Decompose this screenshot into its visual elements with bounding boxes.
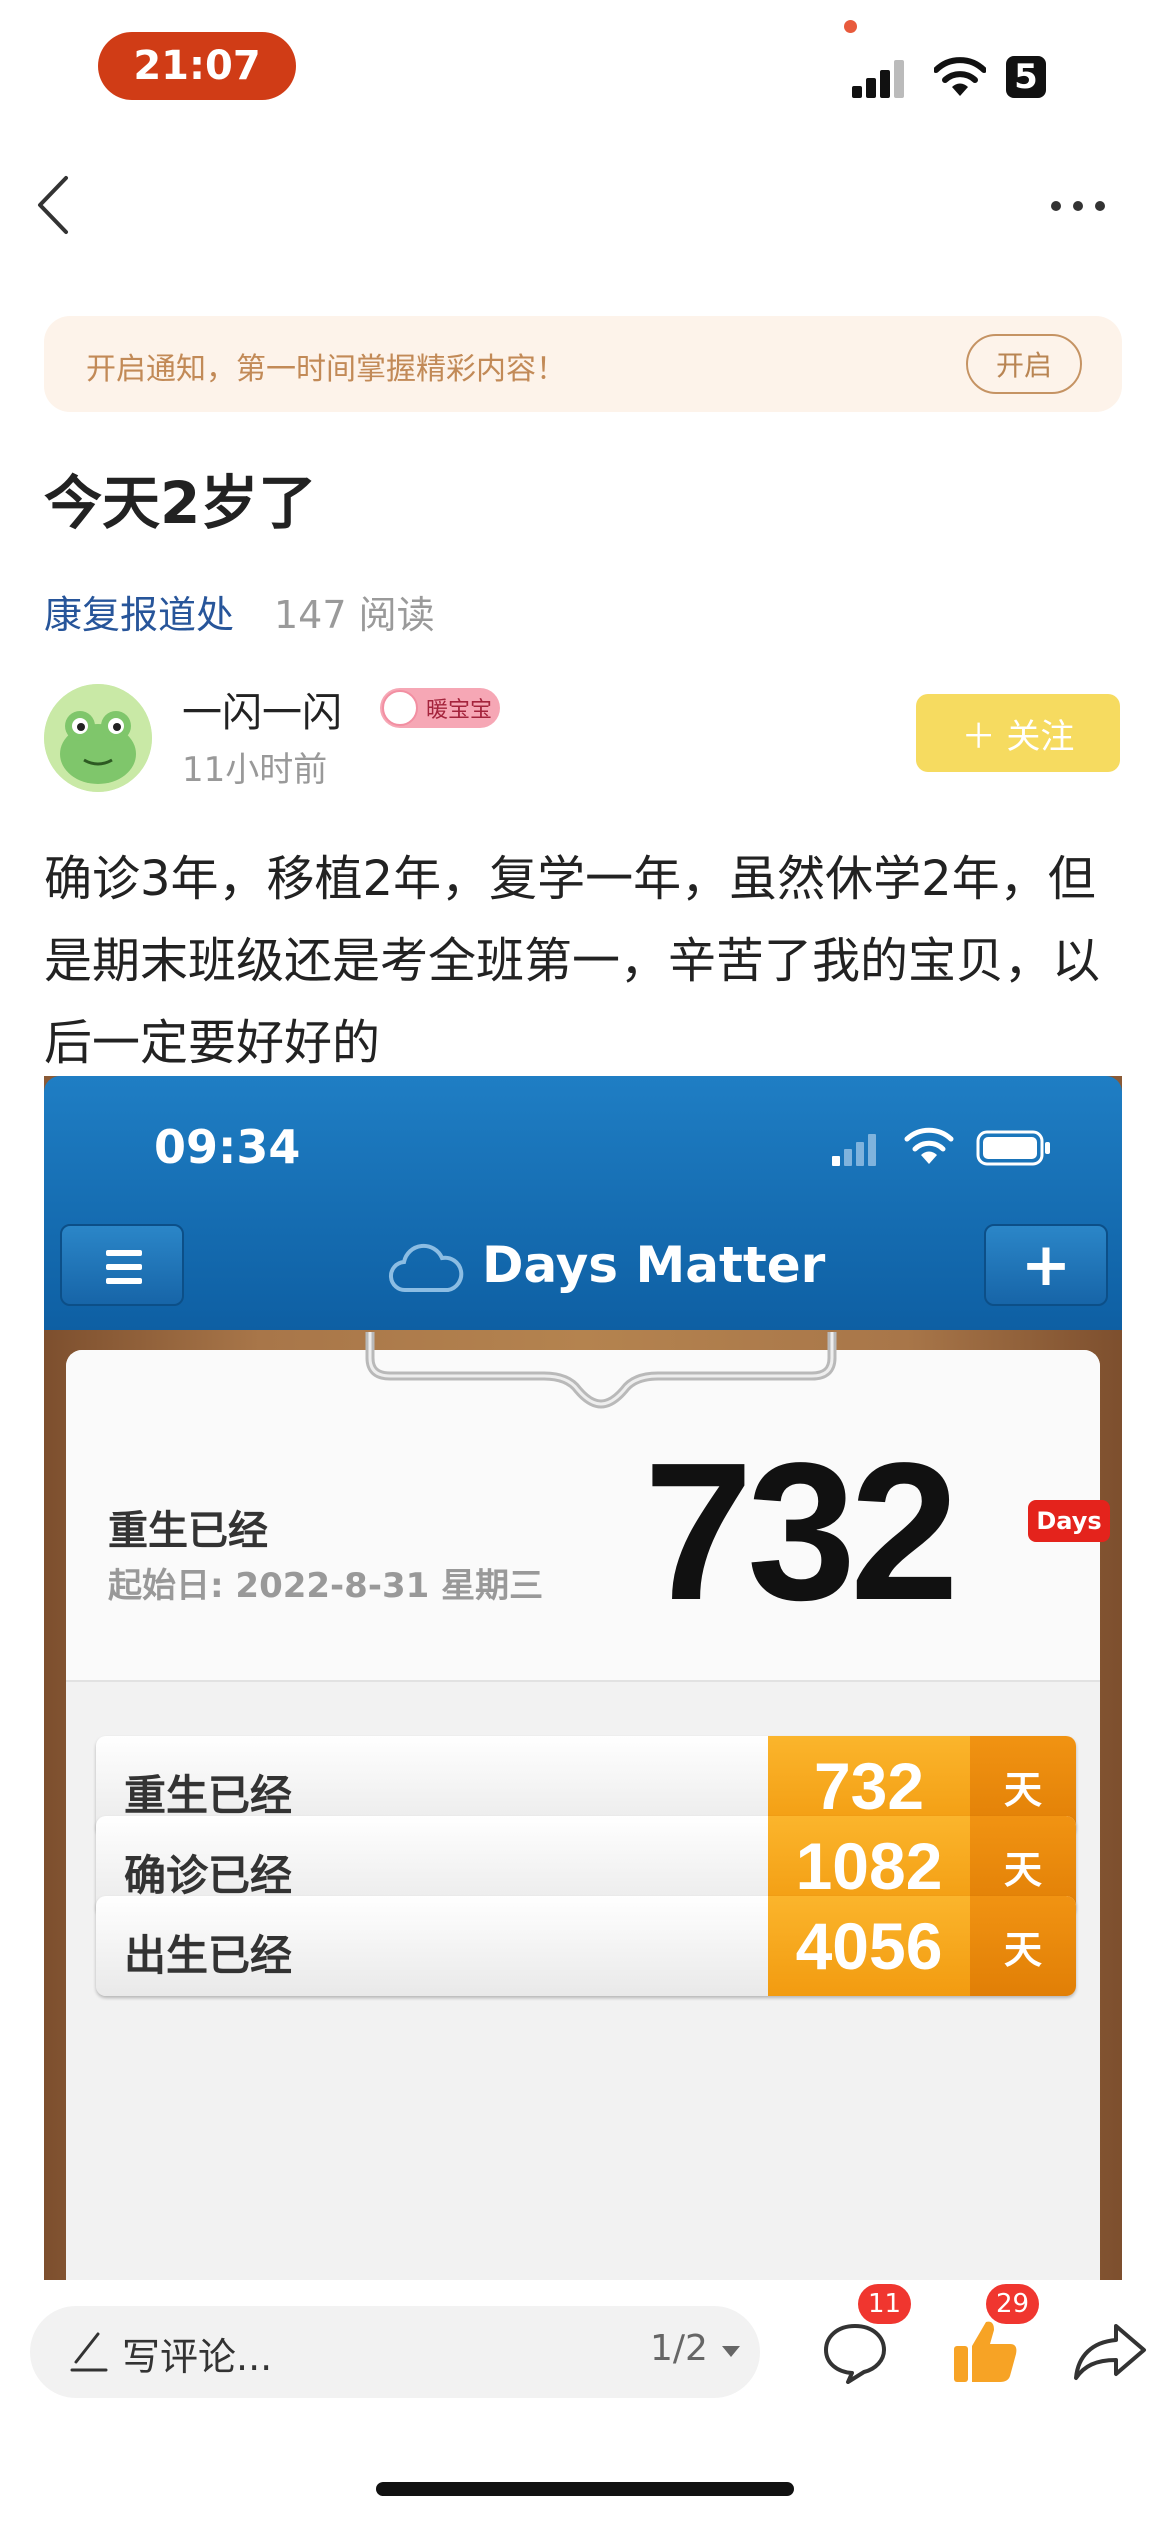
cloud-icon: [388, 1243, 464, 1293]
like-count-badge: 29: [986, 2284, 1040, 2324]
enable-notification-button[interactable]: 开启: [966, 334, 1082, 394]
post-time: 11小时前: [182, 750, 328, 790]
post-title: 今天2岁了: [44, 469, 317, 537]
chevron-down-icon[interactable]: [722, 2346, 740, 2357]
app-wifi-icon: [904, 1127, 954, 1164]
notification-banner: 开启通知，第一时间掌握精彩内容！ 开启: [44, 316, 1122, 412]
hero-start-date: 起始日: 2022-8-31 星期三: [108, 1566, 544, 1606]
avatar[interactable]: [44, 684, 152, 792]
post-body: 确诊3年，移植2年，复学一年，虽然休学2年，但是期末班级还是考全班第一，辛苦了我…: [44, 851, 1101, 1071]
home-indicator: [376, 2482, 794, 2496]
day-row-label: 重生已经: [124, 1771, 293, 1820]
notification-text: 开启通知，第一时间掌握精彩内容！: [86, 352, 566, 387]
follow-button[interactable]: ＋ 关注: [916, 694, 1120, 772]
app-title: Days Matter: [482, 1236, 826, 1294]
comment-icon[interactable]: [822, 2322, 888, 2384]
app-status-time: 09:34: [154, 1120, 301, 1174]
app-header: 09:34 Days Matter +: [44, 1076, 1122, 1330]
image-pager[interactable]: 1/2: [650, 2328, 708, 2369]
like-icon[interactable]: [950, 2316, 1020, 2386]
user-badge: 暖宝宝: [380, 688, 500, 728]
day-row-label: 出生已经: [124, 1931, 293, 1980]
clipboard-clip: [365, 1332, 837, 1409]
share-icon[interactable]: [1072, 2322, 1148, 2382]
comment-count-badge: 11: [858, 2284, 912, 2324]
hero-days-number: 732: [644, 1422, 959, 1641]
wifi-icon: [934, 57, 986, 96]
read-count: 147 阅读: [274, 593, 435, 637]
plus-icon: +: [984, 1224, 1108, 1306]
status-time: 21:07: [98, 32, 296, 100]
day-row-number: 4056: [768, 1896, 970, 1996]
frog-avatar-image: [44, 684, 152, 792]
day-row-unit: 天: [970, 1896, 1076, 1996]
more-icon[interactable]: [1050, 196, 1106, 216]
hero-label: 重生已经: [108, 1508, 268, 1554]
author-name[interactable]: 一闪一闪: [182, 680, 342, 738]
clipboard-paper: 重生已经 起始日: 2022-8-31 星期三 732 Days 重生已经 73…: [66, 1350, 1110, 2280]
app-signal-icon: [832, 1134, 876, 1166]
menu-icon: [60, 1224, 184, 1306]
pencil-icon: [70, 2332, 108, 2372]
comment-input[interactable]: 写评论... 1/2: [30, 2306, 760, 2398]
badge-label: 暖宝宝: [426, 698, 493, 723]
hero-days-badge: Days: [1028, 1500, 1110, 1542]
day-row-label: 确诊已经: [124, 1851, 293, 1900]
comment-placeholder: 写评论...: [122, 2335, 273, 2379]
signal-icon: [852, 60, 904, 98]
post-image[interactable]: 09:34 Days Matter + 重生已经 起始日: 2022-8-31 …: [44, 1076, 1122, 2280]
day-row: 出生已经 4056 天: [96, 1896, 1076, 1996]
channel-link[interactable]: 康复报道处: [44, 584, 234, 639]
app-battery-icon: [976, 1130, 1050, 1166]
badge-icon: [382, 690, 418, 726]
recording-dot: [844, 20, 857, 33]
battery-icon: 5: [1006, 56, 1046, 98]
back-icon[interactable]: [30, 172, 80, 238]
